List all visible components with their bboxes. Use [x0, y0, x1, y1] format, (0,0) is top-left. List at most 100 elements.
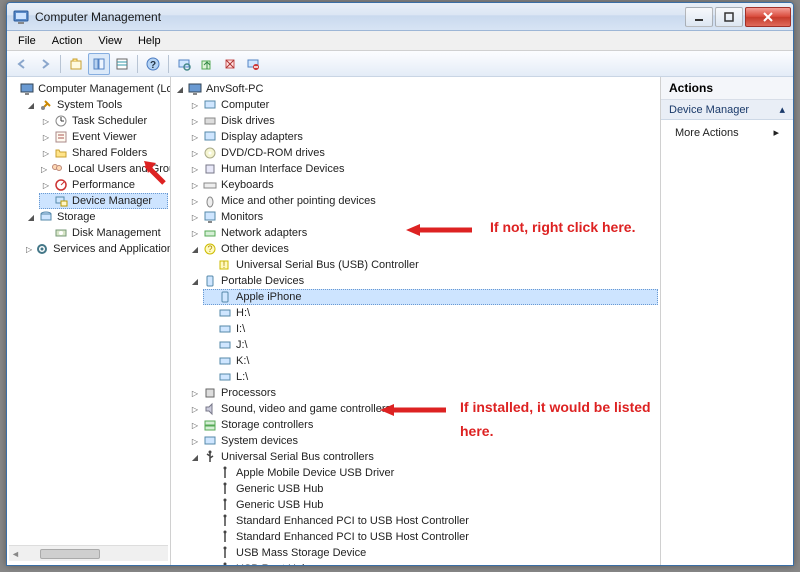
nav-local-users[interactable]: ▷Local Users and Groups [39, 161, 168, 177]
nav-task-scheduler[interactable]: ▷Task Scheduler [39, 113, 168, 129]
expand-icon[interactable]: ▷ [26, 244, 32, 254]
dev-keyboards[interactable]: ▷Keyboards [188, 177, 658, 193]
actions-section[interactable]: Device Manager ▴ [661, 100, 793, 120]
window-frame: Computer Management File Action View Hel… [6, 2, 794, 566]
collapse-icon[interactable]: ◢ [190, 276, 200, 286]
dev-iphone[interactable]: ▷Apple iPhone [203, 289, 658, 305]
storage-icon [39, 210, 53, 224]
update-driver-button[interactable] [196, 53, 218, 75]
expand-icon[interactable]: ▷ [41, 180, 51, 190]
show-tree-button[interactable] [88, 53, 110, 75]
folder-icon [54, 146, 68, 160]
menu-file[interactable]: File [11, 33, 43, 49]
collapse-icon[interactable]: ◢ [190, 452, 200, 462]
device-tree[interactable]: ◢AnvSoft-PC ▷Computer ▷Disk drives ▷Disp… [173, 81, 658, 565]
menu-help[interactable]: Help [131, 33, 168, 49]
nav-event-viewer[interactable]: ▷Event Viewer [39, 129, 168, 145]
minimize-button[interactable] [685, 7, 713, 27]
dev-dvd[interactable]: ▷DVD/CD-ROM drives [188, 145, 658, 161]
actions-more[interactable]: More Actions ▸ [661, 120, 793, 145]
dev-drive-k[interactable]: ▷K:\ [203, 353, 658, 369]
expand-icon[interactable]: ▷ [190, 180, 200, 190]
nav-root[interactable]: ▷ Computer Management (Local [9, 81, 168, 97]
nav-device-manager[interactable]: ▷Device Manager [39, 193, 168, 209]
expand-icon[interactable]: ▷ [41, 116, 51, 126]
dev-generic-hub[interactable]: ▷Generic USB Hub [203, 497, 658, 513]
expand-icon[interactable]: ▷ [190, 164, 200, 174]
expand-icon[interactable]: ▷ [190, 420, 200, 430]
dev-other-usb[interactable]: ▷!Universal Serial Bus (USB) Controller [203, 257, 658, 273]
nav-performance[interactable]: ▷Performance [39, 177, 168, 193]
nav-tree[interactable]: ▷ Computer Management (Local ◢ System To… [9, 81, 168, 545]
expand-icon[interactable]: ▷ [190, 132, 200, 142]
expand-icon[interactable]: ▷ [41, 148, 51, 158]
expand-icon[interactable]: ▷ [190, 436, 200, 446]
dev-storage-ctrl[interactable]: ▷Storage controllers [188, 417, 658, 433]
dev-usb-mass-storage[interactable]: ▷USB Mass Storage Device [203, 545, 658, 561]
dev-drive-h[interactable]: ▷H:\ [203, 305, 658, 321]
dev-drive-j[interactable]: ▷J:\ [203, 337, 658, 353]
expand-icon[interactable]: ▷ [190, 100, 200, 110]
nav-storage[interactable]: ◢Storage [24, 209, 168, 225]
dev-processors[interactable]: ▷Processors [188, 385, 658, 401]
dev-other[interactable]: ◢?Other devices [188, 241, 658, 257]
window-buttons [683, 7, 791, 27]
dev-sound[interactable]: ▷Sound, video and game controllers [188, 401, 658, 417]
dev-root[interactable]: ◢AnvSoft-PC [173, 81, 658, 97]
back-button[interactable] [11, 53, 33, 75]
main-pane[interactable]: ◢AnvSoft-PC ▷Computer ▷Disk drives ▷Disp… [171, 77, 661, 565]
nav-system-tools[interactable]: ◢ System Tools [24, 97, 168, 113]
scan-button[interactable] [173, 53, 195, 75]
expand-icon[interactable]: ▷ [41, 132, 51, 142]
horizontal-scrollbar[interactable]: ◄ [9, 545, 168, 561]
dev-drive-i[interactable]: ▷I:\ [203, 321, 658, 337]
expand-icon[interactable]: ▷ [190, 388, 200, 398]
titlebar[interactable]: Computer Management [7, 3, 793, 31]
nav-services-apps[interactable]: ▷Services and Applications [24, 241, 168, 257]
forward-button[interactable] [34, 53, 56, 75]
dev-portable[interactable]: ◢Portable Devices [188, 273, 658, 289]
collapse-icon[interactable]: ◢ [190, 244, 200, 254]
help-button[interactable]: ? [142, 53, 164, 75]
menu-action[interactable]: Action [45, 33, 90, 49]
up-button[interactable] [65, 53, 87, 75]
dev-monitors[interactable]: ▷Monitors [188, 209, 658, 225]
dev-computer[interactable]: ▷Computer [188, 97, 658, 113]
menu-view[interactable]: View [91, 33, 129, 49]
expand-icon[interactable]: ▷ [190, 212, 200, 222]
expand-icon[interactable]: ▷ [190, 196, 200, 206]
nav-pane[interactable]: ▷ Computer Management (Local ◢ System To… [7, 77, 171, 565]
dev-generic-hub[interactable]: ▷Generic USB Hub [203, 481, 658, 497]
dev-ehci[interactable]: ▷Standard Enhanced PCI to USB Host Contr… [203, 529, 658, 545]
dev-usb-controllers[interactable]: ◢Universal Serial Bus controllers [188, 449, 658, 465]
close-button[interactable] [745, 7, 791, 27]
dev-display[interactable]: ▷Display adapters [188, 129, 658, 145]
nav-disk-mgmt[interactable]: ▷Disk Management [39, 225, 168, 241]
dev-root-hub[interactable]: ▷USB Root Hub [203, 561, 658, 565]
dev-disk-drives[interactable]: ▷Disk drives [188, 113, 658, 129]
dev-hid[interactable]: ▷Human Interface Devices [188, 161, 658, 177]
scroll-thumb[interactable] [40, 549, 100, 559]
app-icon [13, 9, 29, 25]
label: Apple Mobile Device USB Driver [235, 467, 395, 479]
expand-icon[interactable]: ▷ [190, 148, 200, 158]
collapse-icon[interactable]: ◢ [26, 212, 36, 222]
nav-shared-folders[interactable]: ▷Shared Folders [39, 145, 168, 161]
uninstall-button[interactable] [219, 53, 241, 75]
dev-network[interactable]: ▷Network adapters [188, 225, 658, 241]
expand-icon[interactable]: ▷ [190, 404, 200, 414]
disable-button[interactable] [242, 53, 264, 75]
expand-icon[interactable]: ▷ [41, 164, 47, 174]
collapse-icon[interactable]: ◢ [175, 84, 185, 94]
maximize-button[interactable] [715, 7, 743, 27]
properties-button[interactable] [111, 53, 133, 75]
dev-drive-l[interactable]: ▷L:\ [203, 369, 658, 385]
expand-icon[interactable]: ▷ [190, 116, 200, 126]
dev-mice[interactable]: ▷Mice and other pointing devices [188, 193, 658, 209]
usb-icon [203, 450, 217, 464]
collapse-icon[interactable]: ◢ [26, 100, 36, 110]
dev-ehci[interactable]: ▷Standard Enhanced PCI to USB Host Contr… [203, 513, 658, 529]
dev-system[interactable]: ▷System devices [188, 433, 658, 449]
dev-apple-usb-driver[interactable]: ▷Apple Mobile Device USB Driver [203, 465, 658, 481]
expand-icon[interactable]: ▷ [190, 228, 200, 238]
